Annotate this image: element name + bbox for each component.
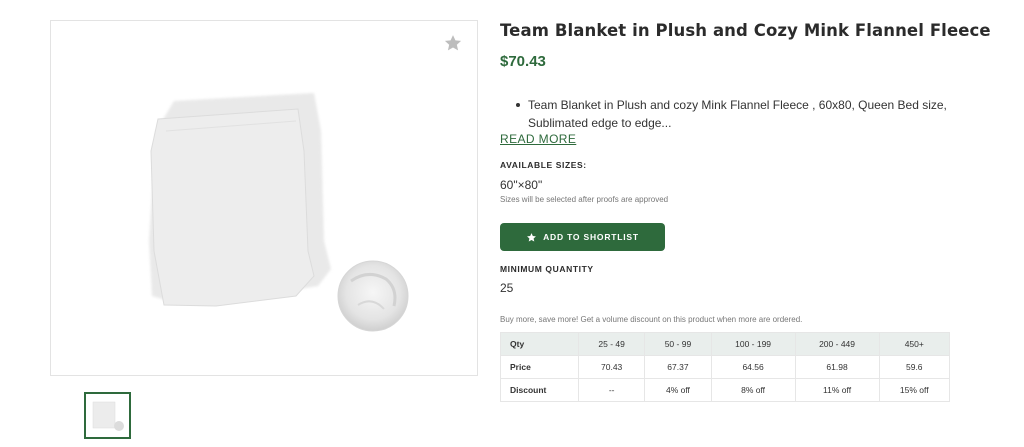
table-header-cell: Qty	[500, 332, 579, 356]
read-more-link[interactable]: READ MORE	[500, 132, 576, 146]
table-row-label: Price	[500, 355, 579, 379]
thumbnail-image	[92, 401, 124, 431]
minimum-quantity-label: MINIMUM QUANTITY	[500, 264, 594, 274]
product-info: Team Blanket in Plush and Cozy Mink Flan…	[500, 20, 991, 402]
star-icon	[527, 232, 537, 242]
table-row-label: Discount	[500, 378, 579, 402]
table-cell: 8% off	[710, 378, 796, 402]
product-description: Team Blanket in Plush and cozy Mink Flan…	[516, 96, 956, 132]
table-header-cell: 100 - 199	[710, 332, 796, 356]
product-title: Team Blanket in Plush and Cozy Mink Flan…	[500, 21, 991, 40]
favorite-star-icon[interactable]	[443, 33, 463, 53]
table-header-cell: 50 - 99	[644, 332, 712, 356]
table-row: Discount -- 4% off 8% off 11% off 15% of…	[500, 378, 951, 402]
table-cell: 70.43	[577, 355, 646, 379]
table-header-cell: 25 - 49	[577, 332, 646, 356]
table-cell: 64.56	[710, 355, 796, 379]
product-price: $70.43	[500, 53, 546, 70]
table-cell: --	[577, 378, 646, 402]
description-bullet: Team Blanket in Plush and cozy Mink Flan…	[516, 96, 956, 132]
table-cell: 15% off	[878, 378, 951, 402]
table-cell: 61.98	[794, 355, 880, 379]
volume-pricing-table: Qty 25 - 49 50 - 99 100 - 199 200 - 449 …	[500, 332, 951, 402]
volume-discount-note: Buy more, save more! Get a volume discou…	[500, 315, 803, 324]
available-sizes-label: AVAILABLE SIZES:	[500, 160, 587, 170]
minimum-quantity-value: 25	[500, 281, 514, 295]
table-cell: 11% off	[794, 378, 880, 402]
product-image-viewer[interactable]	[50, 20, 478, 376]
table-cell: 67.37	[644, 355, 712, 379]
table-header-cell: 450+	[878, 332, 951, 356]
size-note: Sizes will be selected after proofs are …	[500, 195, 669, 204]
add-to-shortlist-button[interactable]: ADD TO SHORTLIST	[500, 223, 665, 251]
table-row: Price 70.43 67.37 64.56 61.98 59.6	[500, 355, 951, 379]
blanket-product-image	[149, 93, 409, 332]
size-value: 60"×80"	[500, 178, 543, 192]
table-header-row: Qty 25 - 49 50 - 99 100 - 199 200 - 449 …	[500, 332, 951, 356]
table-header-cell: 200 - 449	[794, 332, 880, 356]
table-cell: 4% off	[644, 378, 712, 402]
gallery-thumbnail[interactable]	[84, 392, 131, 439]
table-cell: 59.6	[878, 355, 951, 379]
shortlist-button-label: ADD TO SHORTLIST	[543, 232, 639, 242]
